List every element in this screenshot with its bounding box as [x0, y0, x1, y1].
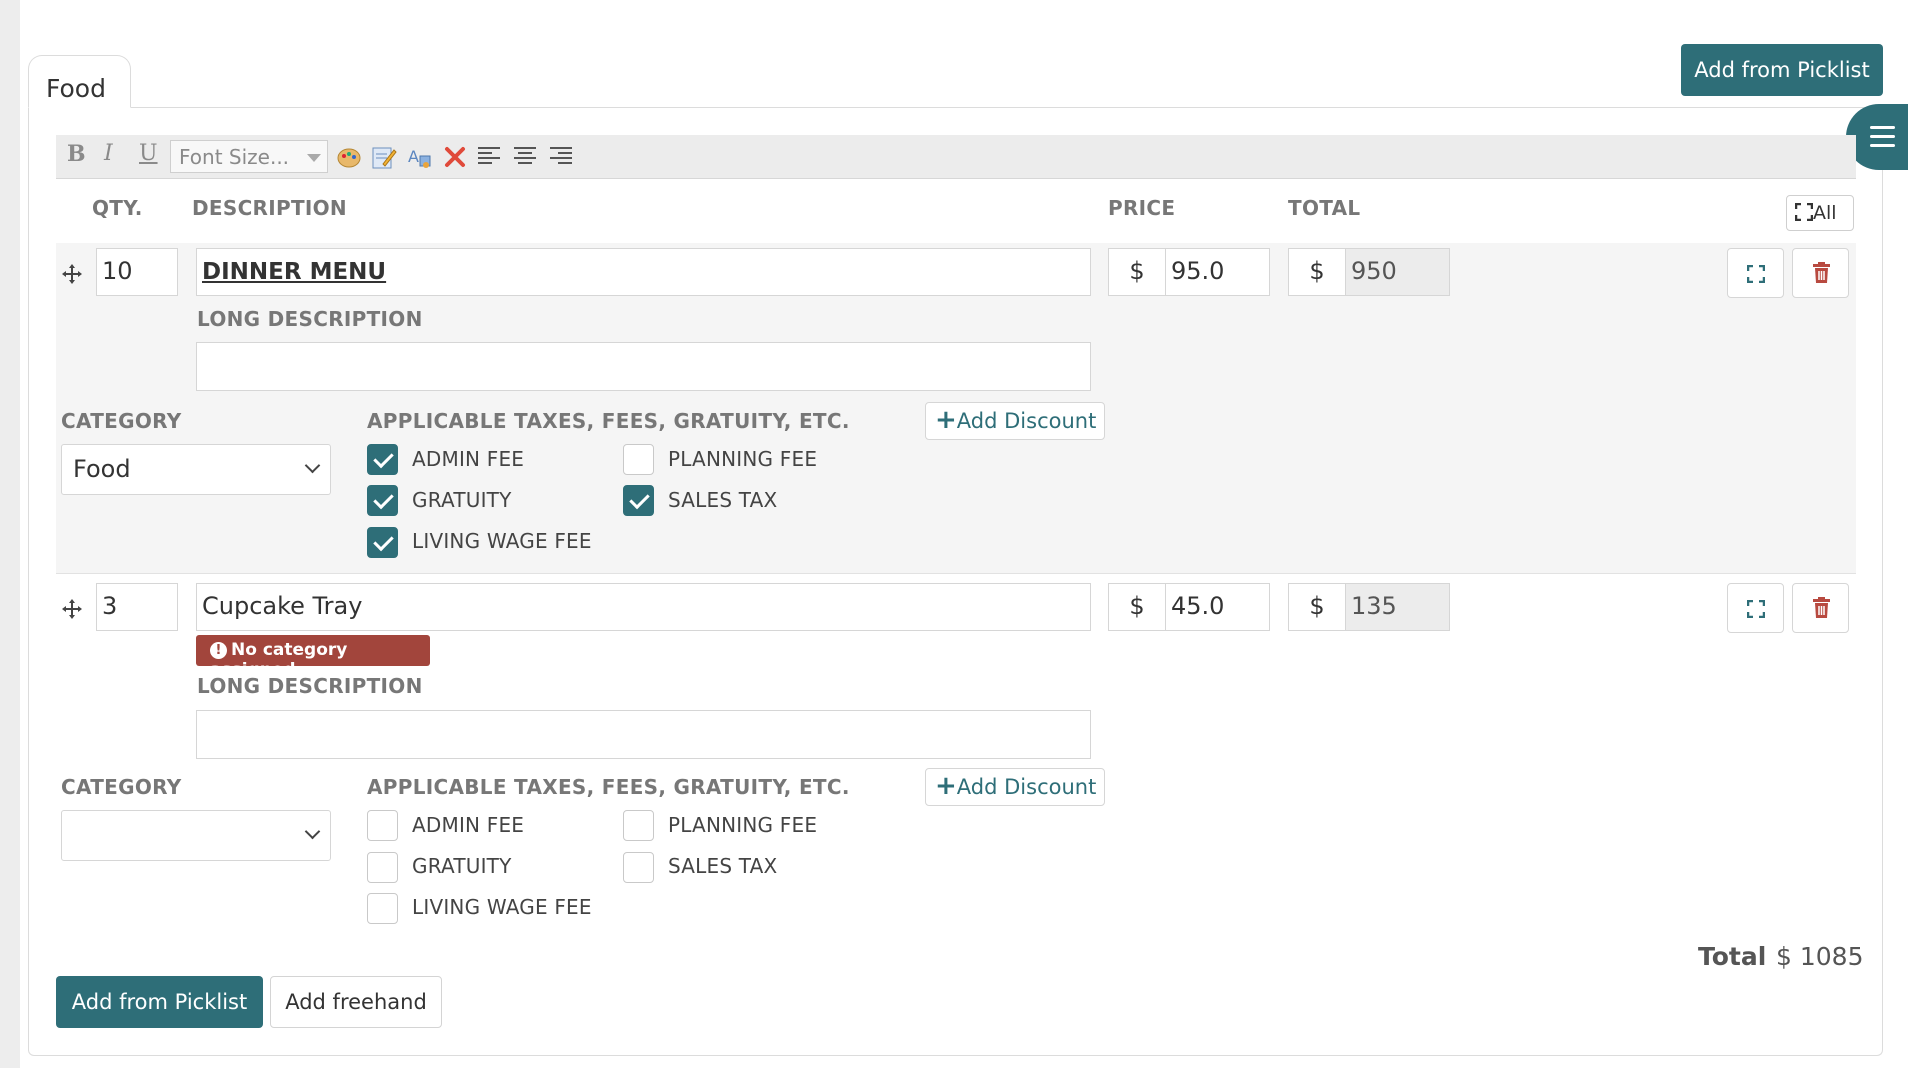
long-description-input[interactable]: [196, 342, 1091, 391]
add-from-picklist-top-button[interactable]: Add from Picklist: [1681, 44, 1883, 96]
tab-label: Food: [46, 74, 106, 103]
grand-total-value: $ 1085: [1776, 942, 1864, 971]
long-description-label: LONG DESCRIPTION: [197, 674, 423, 698]
column-header-price: PRICE: [1108, 196, 1176, 220]
sales-tax-label: SALES TAX: [668, 488, 778, 512]
clear-format-icon[interactable]: [442, 144, 468, 170]
description-text: DINNER MENU: [202, 259, 387, 285]
total-currency: $: [1288, 583, 1346, 631]
admin-fee-label: ADMIN FEE: [412, 813, 525, 837]
living-wage-fee-label: LIVING WAGE FEE: [412, 895, 592, 919]
hamburger-icon: [1870, 126, 1895, 129]
sales-tax-label: SALES TAX: [668, 854, 778, 878]
column-header-total: TOTAL: [1288, 196, 1361, 220]
planning-fee-checkbox[interactable]: [623, 444, 654, 475]
align-right-icon[interactable]: [550, 147, 572, 167]
trash-icon: [1813, 597, 1830, 618]
expand-all-button[interactable]: All: [1786, 195, 1854, 231]
drag-handle-icon[interactable]: [61, 263, 83, 285]
no-category-warning-badge: ! No category assigned: [196, 635, 430, 680]
planning-fee-label: PLANNING FEE: [668, 813, 818, 837]
living-wage-fee-label: LIVING WAGE FEE: [412, 529, 592, 553]
qty-input[interactable]: 10: [96, 248, 178, 296]
italic-button[interactable]: I: [104, 141, 113, 166]
align-left-icon[interactable]: [478, 147, 500, 167]
column-header-description: DESCRIPTION: [192, 196, 347, 220]
plus-icon: +: [935, 405, 957, 435]
delete-row-button[interactable]: [1792, 248, 1849, 298]
plus-icon: +: [935, 771, 957, 801]
expand-row-button[interactable]: [1727, 583, 1784, 633]
add-freehand-button[interactable]: Add freehand: [270, 976, 442, 1028]
admin-fee-checkbox[interactable]: [367, 444, 398, 475]
rich-text-toolbar: B I U Font Size... A: [56, 135, 1856, 179]
edit-html-icon[interactable]: [371, 144, 397, 170]
hamburger-icon: [1870, 135, 1895, 138]
price-currency: $: [1108, 248, 1166, 296]
price-input[interactable]: 95.0: [1165, 248, 1270, 296]
price-input[interactable]: 45.0: [1165, 583, 1270, 631]
qty-input[interactable]: 3: [96, 583, 178, 631]
font-size-select[interactable]: Font Size...: [170, 140, 328, 173]
taxes-label: APPLICABLE TAXES, FEES, GRATUITY, ETC.: [367, 775, 850, 799]
chevron-down-icon: [304, 823, 321, 840]
grand-total-label: Total: [1698, 942, 1767, 971]
gratuity-checkbox[interactable]: [367, 852, 398, 883]
chevron-down-icon: [304, 457, 321, 474]
font-size-placeholder: Font Size...: [179, 145, 290, 169]
total-readonly: 135: [1345, 583, 1450, 631]
add-discount-label: Add Discount: [956, 775, 1097, 799]
admin-fee-label: ADMIN FEE: [412, 447, 525, 471]
category-label: CATEGORY: [61, 409, 182, 433]
category-label: CATEGORY: [61, 775, 182, 799]
sales-tax-checkbox[interactable]: [623, 485, 654, 516]
expand-icon: [1794, 202, 1814, 222]
tab-divider: [28, 107, 1883, 108]
admin-fee-checkbox[interactable]: [367, 810, 398, 841]
add-discount-label: Add Discount: [956, 409, 1097, 433]
color-palette-icon[interactable]: [336, 144, 362, 170]
tab-food[interactable]: Food: [28, 55, 131, 108]
gratuity-label: GRATUITY: [412, 854, 512, 878]
long-description-input[interactable]: [196, 710, 1091, 759]
caret-down-icon: [307, 154, 321, 162]
drag-handle-icon[interactable]: [61, 598, 83, 620]
bold-button[interactable]: B: [67, 141, 86, 167]
gratuity-label: GRATUITY: [412, 488, 512, 512]
price-currency: $: [1108, 583, 1166, 631]
long-description-label: LONG DESCRIPTION: [197, 307, 423, 331]
category-select[interactable]: [61, 810, 331, 861]
living-wage-fee-checkbox[interactable]: [367, 893, 398, 924]
taxes-label: APPLICABLE TAXES, FEES, GRATUITY, ETC.: [367, 409, 850, 433]
sales-tax-checkbox[interactable]: [623, 852, 654, 883]
align-center-icon[interactable]: [514, 147, 536, 167]
add-from-picklist-button[interactable]: Add from Picklist: [56, 976, 263, 1028]
planning-fee-label: PLANNING FEE: [668, 447, 818, 471]
hamburger-icon: [1870, 144, 1895, 147]
exclamation-circle-icon: !: [210, 642, 227, 659]
expand-icon: [1747, 600, 1765, 618]
total-readonly: 950: [1345, 248, 1450, 296]
planning-fee-checkbox[interactable]: [623, 810, 654, 841]
category-value: Food: [73, 455, 131, 483]
total-currency: $: [1288, 248, 1346, 296]
add-discount-button[interactable]: +Add Discount: [925, 768, 1105, 806]
description-input[interactable]: DINNER MENU: [196, 248, 1091, 296]
add-discount-button[interactable]: +Add Discount: [925, 402, 1105, 440]
svg-text:A: A: [408, 147, 419, 166]
category-select[interactable]: Food: [61, 444, 331, 495]
trash-icon: [1813, 262, 1830, 283]
expand-icon: [1747, 265, 1765, 283]
living-wage-fee-checkbox[interactable]: [367, 527, 398, 558]
underline-button[interactable]: U: [139, 141, 158, 166]
format-paint-icon[interactable]: A: [406, 144, 432, 170]
delete-row-button[interactable]: [1792, 583, 1849, 633]
expand-row-button[interactable]: [1727, 248, 1784, 298]
description-input[interactable]: Cupcake Tray: [196, 583, 1091, 631]
column-header-qty: QTY.: [92, 196, 143, 220]
gratuity-checkbox[interactable]: [367, 485, 398, 516]
expand-all-label: All: [1813, 202, 1837, 224]
